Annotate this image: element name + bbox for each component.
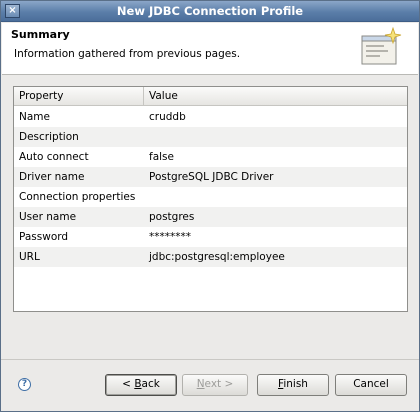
back-prefix: <	[122, 378, 135, 390]
back-button[interactable]: < Back	[105, 374, 177, 396]
back-mnemonic: B	[134, 378, 142, 390]
property-cell: User name	[19, 211, 77, 223]
wizard-window: × New JDBC Connection Profile Summary In…	[0, 0, 420, 412]
back-label: ack	[141, 378, 160, 390]
finish-button[interactable]: Finish	[257, 374, 329, 396]
table-row[interactable]: URL jdbc:postgresql:employee	[14, 247, 407, 267]
value-cell: cruddb	[149, 111, 186, 123]
help-icon[interactable]: ?	[18, 378, 31, 391]
button-bar-separator	[1, 359, 419, 360]
window-title: New JDBC Connection Profile	[116, 4, 304, 18]
property-cell: Driver name	[19, 171, 85, 183]
page-title: Summary	[11, 28, 70, 41]
table-row[interactable]: Password ********	[14, 227, 407, 247]
column-header-value[interactable]: Value	[149, 90, 178, 102]
table-row[interactable]: Name cruddb	[14, 107, 407, 127]
next-mnemonic: N	[196, 378, 205, 390]
table-row[interactable]: Description	[14, 127, 407, 147]
page-description: Information gathered from previous pages…	[14, 48, 241, 60]
table-header: Property Value	[14, 87, 407, 106]
cancel-button[interactable]: Cancel	[335, 374, 407, 396]
title-bar: × New JDBC Connection Profile	[1, 1, 419, 22]
finish-label: inish	[283, 378, 308, 390]
property-cell: Password	[19, 231, 69, 243]
table-row[interactable]: User name postgres	[14, 207, 407, 227]
value-cell: ********	[149, 231, 191, 243]
wizard-banner-icon	[361, 26, 402, 65]
table-row[interactable]: Driver name PostgreSQL JDBC Driver	[14, 167, 407, 187]
summary-table[interactable]: Property Value Name cruddb Description A…	[13, 86, 408, 312]
value-cell: postgres	[149, 211, 195, 223]
table-row[interactable]: Auto connect false	[14, 147, 407, 167]
value-cell: PostgreSQL JDBC Driver	[149, 171, 274, 183]
value-cell: false	[149, 151, 174, 163]
next-label: ext >	[204, 378, 234, 390]
column-divider[interactable]	[143, 87, 144, 105]
property-cell: URL	[19, 251, 40, 263]
value-cell: jdbc:postgresql:employee	[149, 251, 285, 263]
property-cell: Connection properties	[19, 191, 136, 203]
next-button[interactable]: Next >	[182, 374, 248, 396]
table-row[interactable]: Connection properties	[14, 187, 407, 207]
property-cell: Auto connect	[19, 151, 89, 163]
property-cell: Description	[19, 131, 79, 143]
wizard-banner: Summary Information gathered from previo…	[2, 23, 418, 75]
property-cell: Name	[19, 111, 50, 123]
column-header-property[interactable]: Property	[19, 90, 63, 102]
